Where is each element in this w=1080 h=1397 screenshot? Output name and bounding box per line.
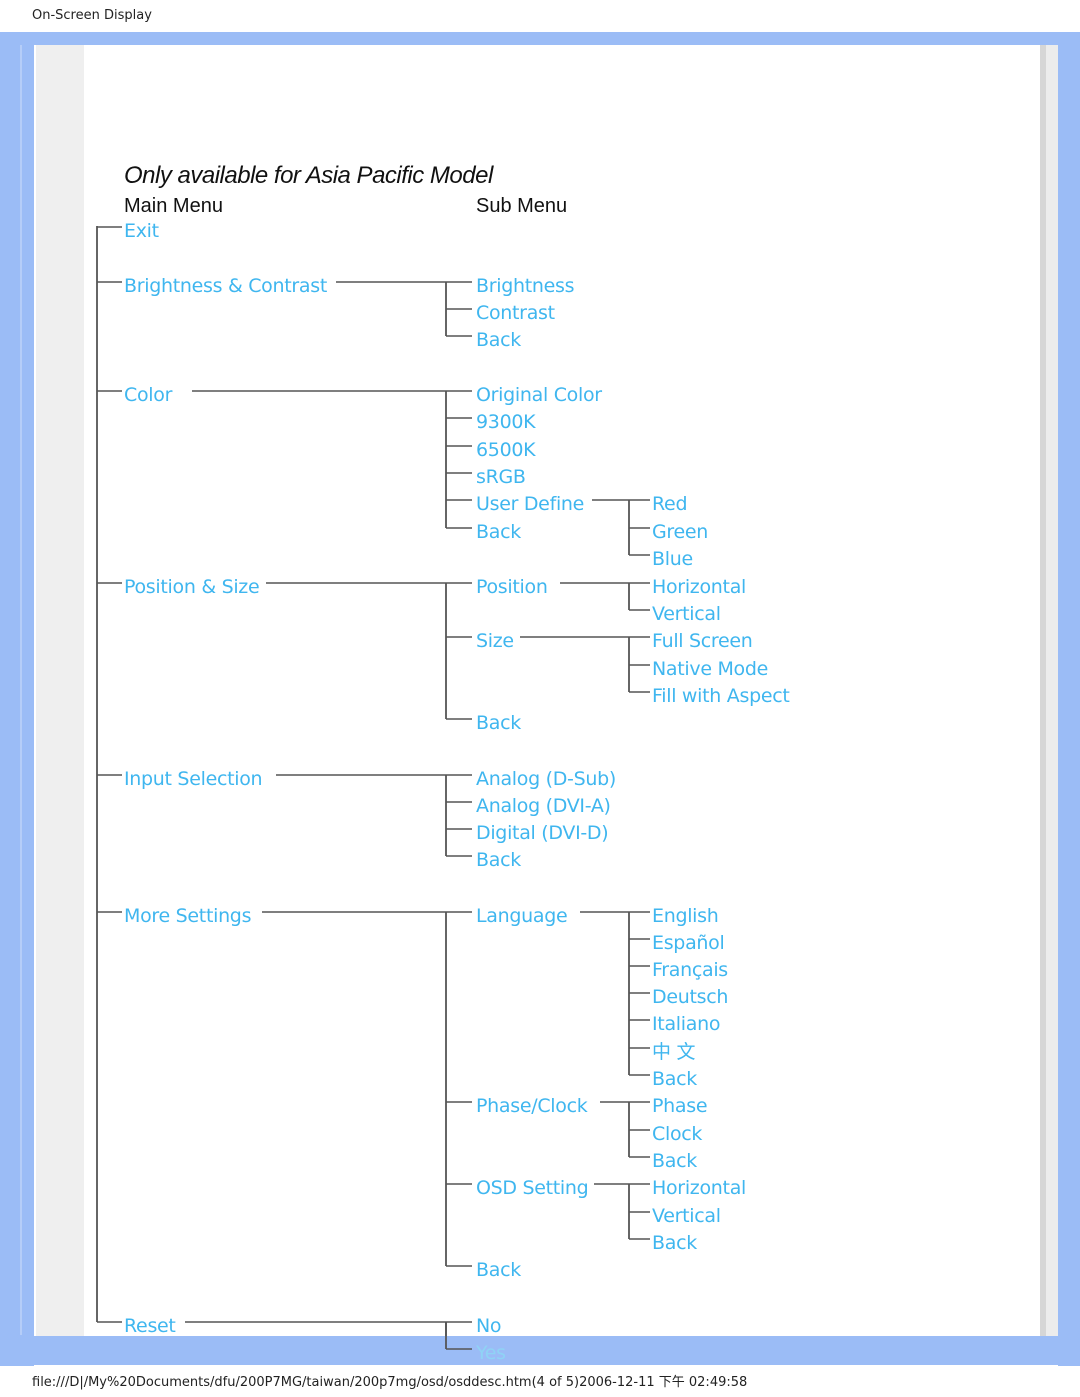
subsub-menu-item-deutsch[interactable]: Deutsch [652,986,728,1008]
subsub-menu-item--[interactable]: 中 文 [652,1041,695,1063]
subsub-menu-item-fill-with-aspect[interactable]: Fill with Aspect [652,685,790,707]
subsub-menu-item-english[interactable]: English [652,905,719,927]
sub-menu-item-contrast[interactable]: Contrast [476,302,555,324]
main-menu-item-color[interactable]: Color [124,384,172,406]
sub-menu-item-osd-setting[interactable]: OSD Setting [476,1177,589,1199]
sub-menu-item-6500k[interactable]: 6500K [476,439,536,461]
sub-menu-item-digital-dvi-d-[interactable]: Digital (DVI-D) [476,822,609,844]
subsub-menu-item-vertical[interactable]: Vertical [652,603,721,625]
frame-top-border [0,32,1080,45]
subsub-menu-item-back[interactable]: Back [652,1232,697,1254]
sub-menu-item-yes[interactable]: Yes [476,1342,506,1364]
main-menu-item-reset[interactable]: Reset [124,1315,176,1337]
main-menu-item-exit[interactable]: Exit [124,220,159,242]
main-menu-item-brightness-contrast[interactable]: Brightness & Contrast [124,275,327,297]
sub-menu-item-user-define[interactable]: User Define [476,493,584,515]
frame-left-border [0,32,34,1366]
page-header-title: On-Screen Display [32,8,152,23]
sub-menu-item-language[interactable]: Language [476,905,568,927]
subsub-menu-item-horizontal[interactable]: Horizontal [652,576,746,598]
sub-menu-item-size[interactable]: Size [476,630,514,652]
frame-bottom-border [0,1336,1080,1365]
subsub-menu-item-italiano[interactable]: Italiano [652,1013,720,1035]
subsub-menu-item-native-mode[interactable]: Native Mode [652,658,768,680]
subsub-menu-item-red[interactable]: Red [652,493,688,515]
main-menu-item-input-selection[interactable]: Input Selection [124,768,263,790]
sub-menu-item-back[interactable]: Back [476,1259,521,1281]
sub-menu-item-analog-d-sub-[interactable]: Analog (D-Sub) [476,768,616,790]
subsub-menu-item-green[interactable]: Green [652,521,708,543]
sub-menu-item-back[interactable]: Back [476,849,521,871]
subsub-menu-item-vertical[interactable]: Vertical [652,1205,721,1227]
frame-right-border [1058,32,1080,1366]
right-margin-bar [1046,45,1058,1336]
sub-menu-item-position[interactable]: Position [476,576,548,598]
sub-menu-heading: Sub Menu [476,195,568,217]
left-margin-column [36,45,84,1336]
subsub-menu-item-full-screen[interactable]: Full Screen [652,630,753,652]
frame-left-line [20,45,22,1335]
sub-menu-item-back[interactable]: Back [476,712,521,734]
sub-menu-item-9300k[interactable]: 9300K [476,411,536,433]
content-area [84,45,1040,1336]
subsub-menu-item-espa-ol[interactable]: Español [652,932,725,954]
page-footer-path: file:///D|/My%20Documents/dfu/200P7MG/ta… [32,1375,748,1390]
subsub-menu-item-phase[interactable]: Phase [652,1095,708,1117]
subsub-menu-item-back[interactable]: Back [652,1150,697,1172]
sub-menu-item-no[interactable]: No [476,1315,502,1337]
subsub-menu-item-horizontal[interactable]: Horizontal [652,1177,746,1199]
subsub-menu-item-fran-ais[interactable]: Français [652,959,728,981]
sub-menu-item-srgb[interactable]: sRGB [476,466,526,488]
sub-menu-item-phase-clock[interactable]: Phase/Clock [476,1095,588,1117]
sub-menu-item-back[interactable]: Back [476,329,521,351]
main-menu-item-more-settings[interactable]: More Settings [124,905,251,927]
main-menu-item-position-size[interactable]: Position & Size [124,576,260,598]
subsub-menu-item-blue[interactable]: Blue [652,548,693,570]
sub-menu-item-original-color[interactable]: Original Color [476,384,602,406]
sub-menu-item-brightness[interactable]: Brightness [476,275,575,297]
main-menu-heading: Main Menu [124,195,223,217]
subsub-menu-item-clock[interactable]: Clock [652,1123,702,1145]
subsub-menu-item-back[interactable]: Back [652,1068,697,1090]
diagram-title: Only available for Asia Pacific Model [124,162,493,189]
sub-menu-item-analog-dvi-a-[interactable]: Analog (DVI-A) [476,795,611,817]
sub-menu-item-back[interactable]: Back [476,521,521,543]
